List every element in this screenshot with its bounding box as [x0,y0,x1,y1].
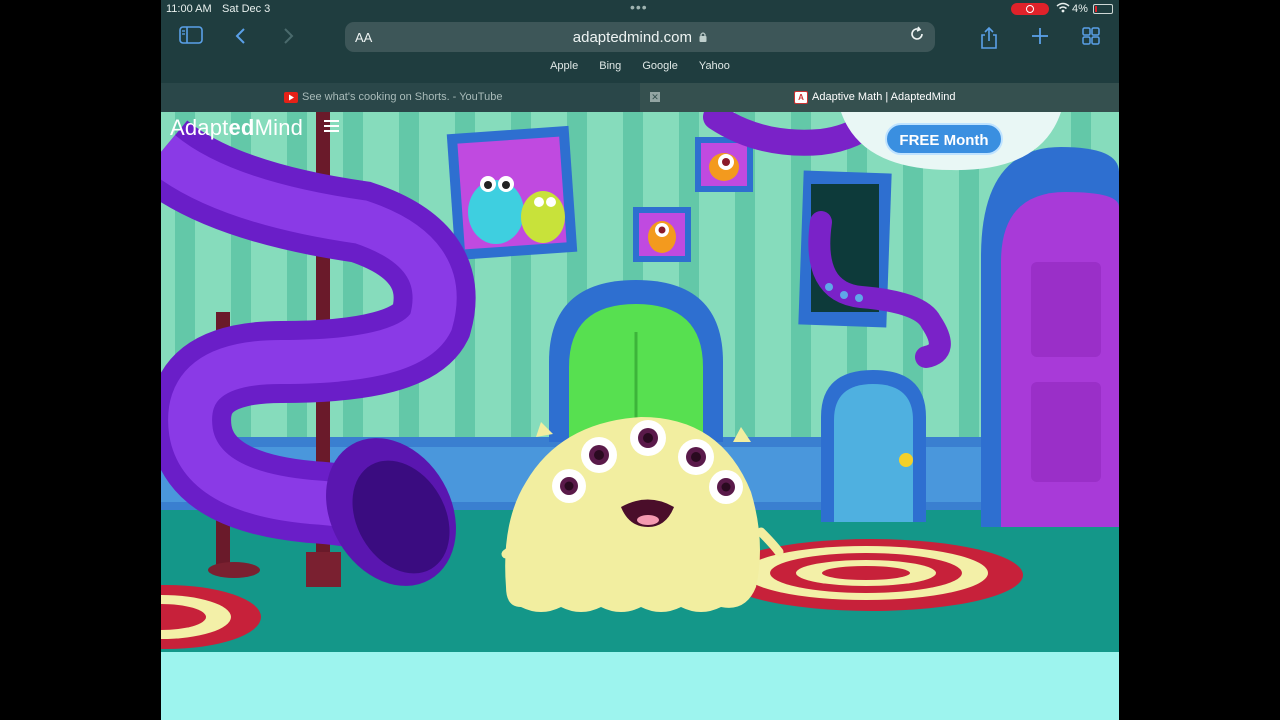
multitasking-dots-icon[interactable]: ••• [630,0,648,15]
monster-portrait-frame [446,125,578,261]
reload-icon[interactable] [909,26,925,47]
adaptedmind-favicon-icon: A [794,91,808,104]
tab-youtube[interactable]: See what's cooking on Shorts. - YouTube [161,83,640,112]
sidebar-icon[interactable] [178,26,204,50]
status-date: Sat Dec 3 [222,3,271,15]
web-content: AdaptedMind FREE Month [161,112,1119,652]
screen-recording-icon[interactable] [1011,3,1049,15]
hero-illustration [161,112,1119,652]
one-eyed-portrait-small [633,207,691,262]
free-month-button[interactable]: FREE Month [885,123,1003,155]
purple-door [981,147,1119,527]
tabs-grid-icon[interactable] [1078,26,1104,50]
status-bar: 11:00 AM Sat Dec 3 ••• 4% [161,0,1119,18]
page-footer-band [161,652,1119,720]
status-time: 11:00 AM [166,3,212,15]
lock-icon [699,32,707,42]
forward-icon[interactable] [275,26,301,50]
safari-toolbar: AA adaptedmind.com [161,18,1119,58]
youtube-favicon-icon [284,92,298,103]
striped-rug [719,539,1023,611]
favorites-bar: Apple Bing Google Yahoo [161,60,1119,78]
favorite-google[interactable]: Google [642,60,677,72]
url-text[interactable]: adaptedmind.com [345,29,935,46]
tab-title: Adaptive Math | AdaptedMind [812,91,956,103]
favorite-apple[interactable]: Apple [550,60,578,72]
tab-title: See what's cooking on Shorts. - YouTube [302,91,503,103]
share-icon[interactable] [976,26,1002,50]
battery-percent: 4% [1072,3,1088,15]
tab-adaptedmind[interactable]: ✕ A Adaptive Math | AdaptedMind [640,83,1119,112]
wifi-icon [1056,2,1070,16]
adaptedmind-logo[interactable]: AdaptedMind [170,115,303,141]
back-icon[interactable] [228,26,254,50]
battery-icon [1093,4,1113,14]
ipad-screen: 11:00 AM Sat Dec 3 ••• 4% AA adaptedmind… [161,0,1119,720]
small-blue-door [821,370,926,522]
plus-icon[interactable] [1027,26,1053,50]
favorite-yahoo[interactable]: Yahoo [699,60,730,72]
hamburger-menu-icon[interactable] [324,120,339,132]
close-tab-icon[interactable]: ✕ [650,92,660,102]
tab-bar: See what's cooking on Shorts. - YouTube … [161,83,1119,112]
favorite-bing[interactable]: Bing [599,60,621,72]
address-bar[interactable]: AA adaptedmind.com [345,22,935,52]
